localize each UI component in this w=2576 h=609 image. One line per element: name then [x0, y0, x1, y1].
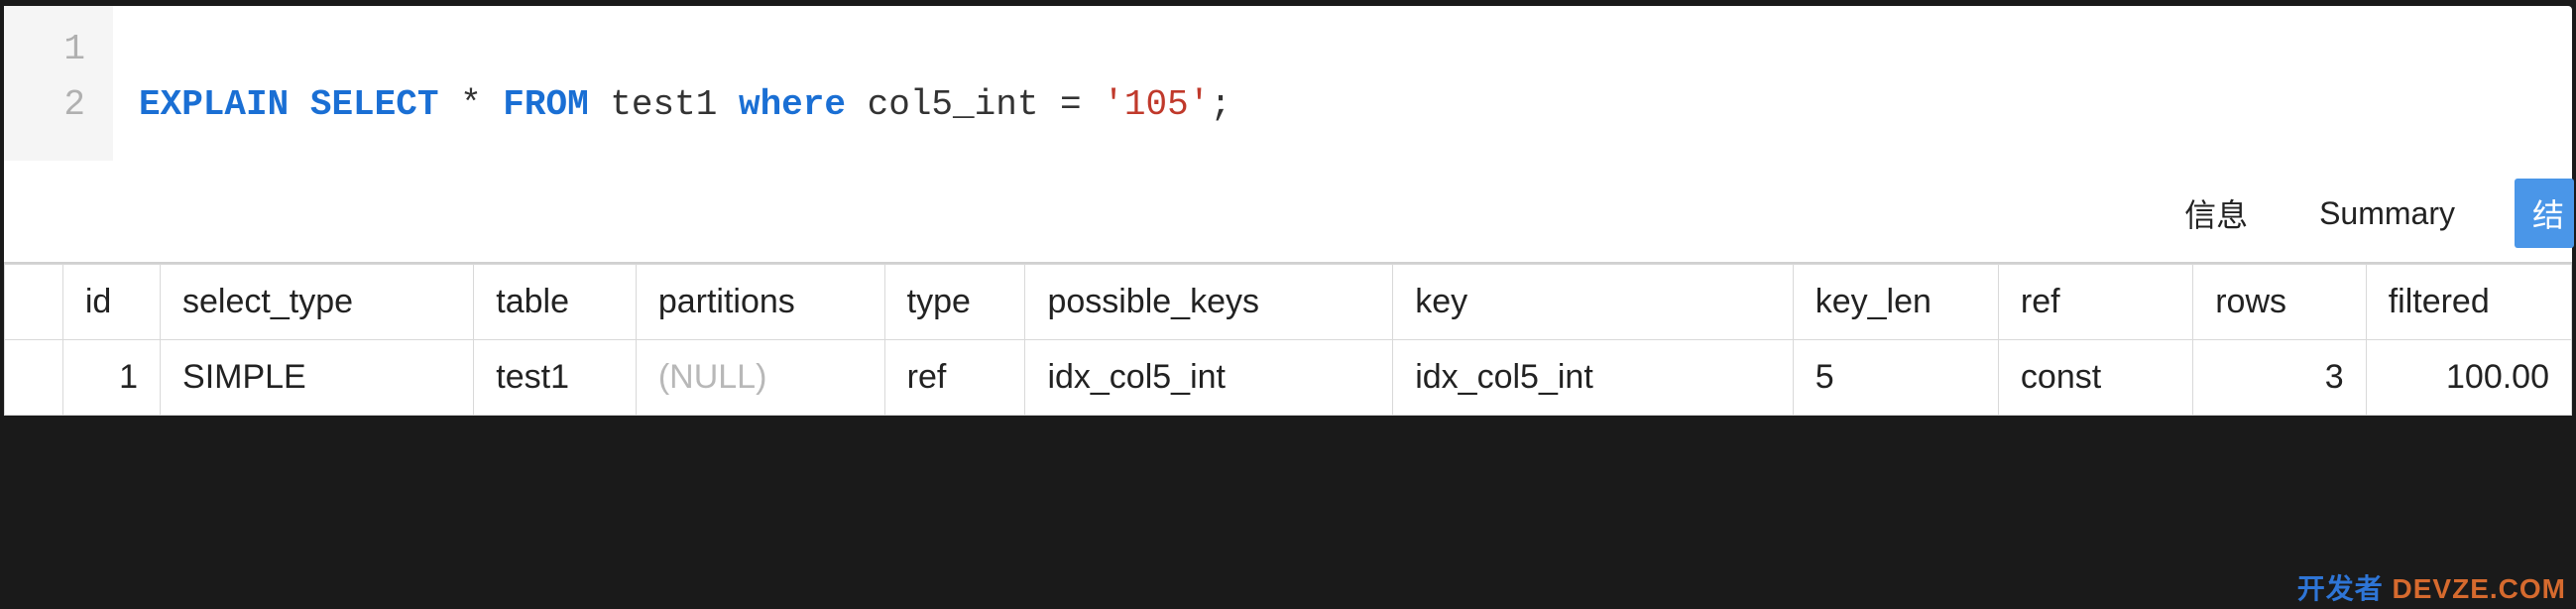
cell-possible-keys[interactable]: idx_col5_int — [1025, 340, 1393, 416]
row-handle[interactable] — [5, 340, 63, 416]
col-header-key-len[interactable]: key_len — [1793, 265, 1998, 340]
watermark-text-1: 开发者 — [2297, 573, 2384, 604]
token-op: = — [1060, 84, 1082, 125]
cell-rows[interactable]: 3 — [2193, 340, 2366, 416]
tab-result[interactable]: 结 — [2515, 179, 2574, 248]
null-value: (NULL) — [658, 358, 767, 396]
col-header-partitions[interactable]: partitions — [636, 265, 884, 340]
code-line: EXPLAIN SELECT * FROM test1 where col5_i… — [139, 77, 1231, 133]
cell-partitions[interactable]: (NULL) — [636, 340, 884, 416]
code-area[interactable]: EXPLAIN SELECT * FROM test1 where col5_i… — [113, 6, 1253, 161]
col-header-type[interactable]: type — [884, 265, 1025, 340]
sql-editor[interactable]: 1 2 EXPLAIN SELECT * FROM test1 where co… — [4, 6, 2572, 161]
token-ident: col5_int — [868, 84, 1039, 125]
cell-type[interactable]: ref — [884, 340, 1025, 416]
cell-filtered[interactable]: 100.00 — [2366, 340, 2571, 416]
table-header-row: id select_type table partitions type pos… — [5, 265, 2572, 340]
line-gutter: 1 2 — [4, 6, 113, 161]
token-str: '105' — [1103, 84, 1210, 125]
token-kw: EXPLAIN — [139, 84, 289, 125]
line-number: 2 — [32, 77, 85, 133]
table-row[interactable]: 1 SIMPLE test1 (NULL) ref idx_col5_int i… — [5, 340, 2572, 416]
watermark-text-2: DEVZE.COM — [2393, 573, 2566, 604]
col-header-filtered[interactable]: filtered — [2366, 265, 2571, 340]
corner-cell — [5, 265, 63, 340]
col-header-table[interactable]: table — [474, 265, 637, 340]
token-op: * — [460, 84, 482, 125]
token-kw: FROM — [503, 84, 588, 125]
token-kw: where — [739, 84, 846, 125]
col-header-ref[interactable]: ref — [1998, 265, 2192, 340]
tab-summary[interactable]: Summary — [2307, 187, 2467, 240]
cell-ref[interactable]: const — [1998, 340, 2192, 416]
cell-key[interactable]: idx_col5_int — [1393, 340, 1794, 416]
cell-key-len[interactable]: 5 — [1793, 340, 1998, 416]
col-header-select-type[interactable]: select_type — [161, 265, 474, 340]
line-number: 1 — [32, 22, 85, 77]
col-header-id[interactable]: id — [62, 265, 160, 340]
cell-id[interactable]: 1 — [62, 340, 160, 416]
cell-select-type[interactable]: SIMPLE — [161, 340, 474, 416]
explain-result-table: id select_type table partitions type pos… — [4, 264, 2572, 416]
token-kw: SELECT — [310, 84, 439, 125]
token-punct: ; — [1210, 84, 1231, 125]
sql-editor-container: 1 2 EXPLAIN SELECT * FROM test1 where co… — [4, 6, 2572, 161]
code-line — [139, 22, 1231, 77]
cell-table[interactable]: test1 — [474, 340, 637, 416]
watermark: 开发者 DEVZE.COM — [2297, 567, 2566, 607]
col-header-possible-keys[interactable]: possible_keys — [1025, 265, 1393, 340]
explain-result-table-wrap: id select_type table partitions type pos… — [4, 262, 2572, 416]
col-header-key[interactable]: key — [1393, 265, 1794, 340]
tab-info[interactable]: 信息 — [2172, 183, 2260, 244]
token-ident: test1 — [610, 84, 717, 125]
result-tabs: 信息 Summary 结 — [4, 161, 2572, 262]
col-header-rows[interactable]: rows — [2193, 265, 2366, 340]
